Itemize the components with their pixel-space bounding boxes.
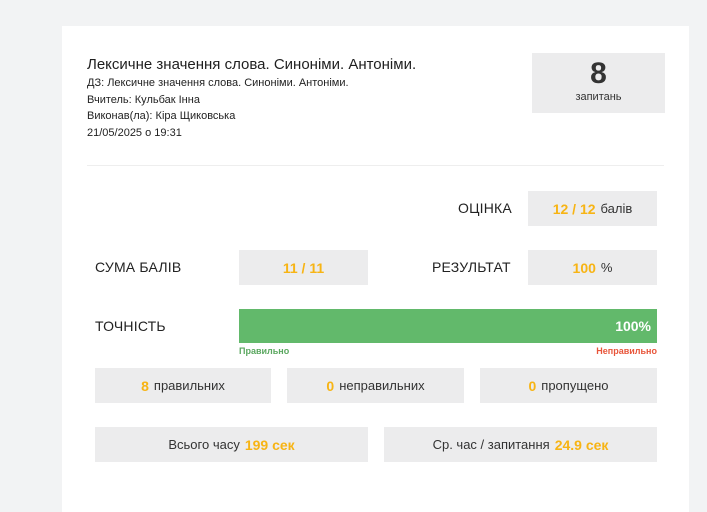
incorrect-count-label: неправильних: [339, 378, 425, 393]
correct-count-box: 8 правильних: [95, 368, 271, 403]
accuracy-percent: 100%: [615, 318, 651, 334]
teacher-line: Вчитель: Кульбак Інна: [87, 94, 200, 106]
result-label: РЕЗУЛЬТАТ: [432, 259, 511, 275]
grade-box: 12 / 12 балів: [528, 191, 657, 226]
total-time-box: Всього часу 199 сек: [95, 427, 368, 462]
result-unit: %: [600, 260, 613, 275]
avg-time-label: Ср. час / запитання: [432, 437, 550, 452]
avg-time-value: 24.9 сек: [554, 436, 609, 453]
score-label: СУМА БАЛІВ: [95, 259, 182, 275]
total-time-value: 199 сек: [244, 436, 295, 453]
accuracy-label: ТОЧНІСТЬ: [95, 318, 166, 334]
performer-line: Виконав(ла): Кіра Щиковська: [87, 110, 236, 122]
result-value: 100: [572, 259, 596, 276]
grade-value: 12 / 12: [552, 200, 596, 217]
homework-line: ДЗ: Лексичне значення слова. Синоніми. А…: [87, 77, 349, 89]
incorrect-caption: Неправильно: [596, 346, 657, 356]
avg-time-box: Ср. час / запитання 24.9 сек: [384, 427, 657, 462]
accuracy-progress-bar: 100%: [239, 309, 657, 343]
accuracy-progress-fill: [239, 309, 657, 343]
questions-count: 8: [590, 57, 607, 90]
grade-label: ОЦІНКА: [458, 200, 512, 216]
correct-count: 8: [141, 377, 149, 394]
divider: [87, 165, 664, 166]
results-card: Лексичне значення слова. Синоніми. Антон…: [62, 26, 689, 512]
questions-label: запитань: [575, 91, 622, 103]
grade-unit: балів: [600, 201, 633, 216]
questions-count-box: 8 запитань: [532, 53, 665, 113]
score-box: 11 / 11: [239, 250, 368, 285]
quiz-title: Лексичне значення слова. Синоніми. Антон…: [87, 56, 417, 73]
skipped-count-box: 0 пропущено: [480, 368, 657, 403]
score-value: 11 / 11: [282, 259, 325, 276]
correct-count-label: правильних: [153, 378, 225, 393]
incorrect-count: 0: [326, 377, 335, 394]
skipped-count-label: пропущено: [541, 378, 609, 393]
skipped-count: 0: [528, 377, 537, 394]
incorrect-count-box: 0 неправильних: [287, 368, 464, 403]
total-time-label: Всього часу: [168, 437, 240, 452]
result-box: 100 %: [528, 250, 657, 285]
datetime-line: 21/05/2025 о 19:31: [87, 127, 182, 139]
correct-caption: Правильно: [239, 346, 290, 356]
